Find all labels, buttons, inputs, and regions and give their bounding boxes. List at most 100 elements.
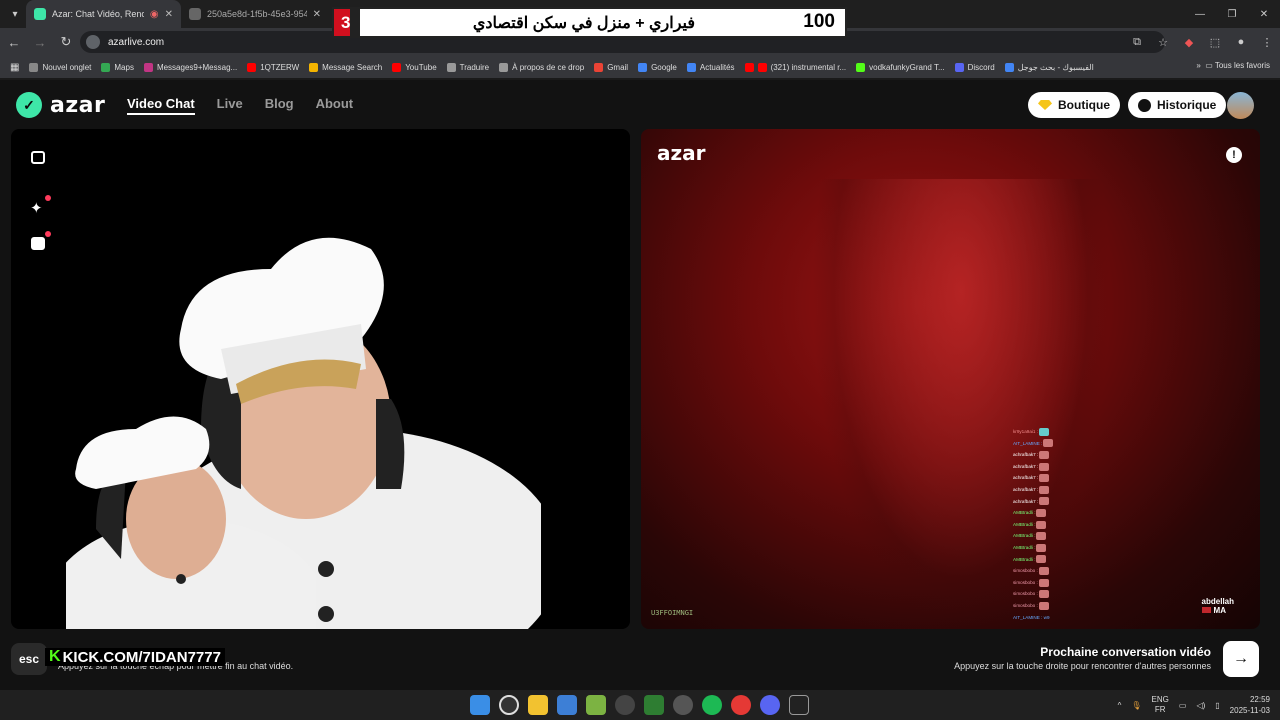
language-indicator[interactable]: ENG FR bbox=[1152, 695, 1169, 715]
bookmark-item[interactable]: vodkafunkyGrand T... bbox=[856, 62, 945, 72]
forward-icon[interactable]: → bbox=[28, 35, 52, 50]
banner-count: 100 bbox=[803, 11, 835, 32]
peer-info[interactable]: abdellah MA bbox=[1201, 597, 1234, 615]
bookmark-item[interactable]: Actualités bbox=[686, 62, 735, 72]
avatar[interactable] bbox=[1227, 92, 1254, 119]
next-button[interactable]: → bbox=[1223, 641, 1259, 677]
remote-video: azar ! kr9y1a9ai1 : AIT_LAMINE : achrafb… bbox=[641, 129, 1260, 629]
bookmark-item[interactable]: (321) instrumental r... bbox=[744, 62, 846, 72]
epic-games-icon[interactable] bbox=[789, 695, 809, 715]
chat-line: AIT_LAMINE : w9 bbox=[1013, 614, 1050, 620]
peer-country: MA bbox=[1213, 606, 1226, 615]
apps-grid-icon[interactable]: ▦ bbox=[10, 62, 19, 73]
bookmark-item[interactable]: 1QTZERW bbox=[247, 62, 299, 72]
tab-close-icon[interactable]: ✕ bbox=[165, 9, 173, 20]
app-icon[interactable] bbox=[586, 695, 606, 715]
volume-icon[interactable]: ◁) bbox=[1196, 701, 1205, 710]
bookmark-item[interactable]: Nouvel onglet bbox=[29, 62, 91, 72]
extension-badge-icon[interactable]: ◆ bbox=[1176, 36, 1202, 49]
chat-line: AMBtradli : bbox=[1013, 519, 1103, 531]
toolbar-actions: ⧉ ☆ ◆ ⬚ ● ⋮ bbox=[1124, 28, 1280, 56]
face-filter-icon[interactable] bbox=[31, 237, 45, 250]
stream-overlay-banner: 3 فيراري + منزل في سكن اقتصادي 100 bbox=[332, 7, 847, 38]
site-info-icon[interactable] bbox=[86, 35, 100, 49]
profile-icon[interactable]: ● bbox=[1228, 36, 1254, 48]
main-nav: Video Chat Live Blog About bbox=[127, 96, 353, 115]
bookmark-item[interactable]: Maps bbox=[101, 62, 134, 72]
azar-logo[interactable]: ✓ azar bbox=[16, 92, 105, 118]
bookmark-item[interactable]: YouTube bbox=[392, 62, 437, 72]
nav-live[interactable]: Live bbox=[217, 96, 243, 115]
tab-2[interactable]: 250a5e8d-1f5b-45e3-954c-39 ✕ bbox=[181, 0, 329, 28]
kick-url: KICK.COM/7IDAN7777 bbox=[62, 648, 221, 666]
shop-label: Boutique bbox=[1058, 98, 1110, 112]
session-id: U3FFOIMNGI bbox=[651, 609, 694, 617]
notification-dot bbox=[45, 231, 51, 237]
azar-page: ✓ azar Video Chat Live Blog About Boutiq… bbox=[0, 80, 1280, 690]
nav-blog[interactable]: Blog bbox=[265, 96, 294, 115]
shop-button[interactable]: Boutique bbox=[1028, 92, 1120, 118]
close-window-icon[interactable]: ✕ bbox=[1248, 0, 1280, 28]
network-icon[interactable]: ▭ bbox=[1179, 701, 1187, 710]
report-icon[interactable]: ! bbox=[1226, 147, 1242, 163]
effects-sparkle-icon[interactable]: ✦ bbox=[30, 199, 43, 217]
app-icon[interactable] bbox=[644, 695, 664, 715]
search-icon[interactable] bbox=[499, 695, 519, 715]
obs-icon[interactable] bbox=[615, 695, 635, 715]
bookmark-item[interactable]: Messages9+Messag... bbox=[143, 62, 237, 72]
store-icon[interactable] bbox=[557, 695, 577, 715]
nav-about[interactable]: About bbox=[316, 96, 354, 115]
url-text: azarlive.com bbox=[108, 36, 165, 48]
bookmark-item[interactable]: الفيسبوك - بحث جوجل bbox=[1004, 62, 1094, 72]
spotify-icon[interactable] bbox=[702, 695, 722, 715]
azar-logo-text: azar bbox=[50, 92, 106, 118]
chat-line: simosbobo : bbox=[1013, 600, 1103, 612]
back-icon[interactable]: ← bbox=[2, 35, 26, 50]
bookmark-item[interactable]: Discord bbox=[954, 62, 995, 72]
history-button[interactable]: Historique bbox=[1128, 92, 1227, 118]
azar-watermark: azar bbox=[657, 141, 706, 165]
esc-key-button[interactable]: esc bbox=[11, 643, 47, 675]
bookmark-item[interactable]: Google bbox=[638, 62, 677, 72]
page-favicon-icon bbox=[189, 8, 201, 20]
cast-icon[interactable]: ⧉ bbox=[1124, 36, 1150, 49]
chat-line: achrafbak7 : bbox=[1013, 461, 1103, 473]
local-video: ✦ bbox=[11, 129, 630, 629]
notification-dot bbox=[45, 195, 51, 201]
reload-icon[interactable]: ↻ bbox=[54, 34, 78, 50]
all-bookmarks[interactable]: » ▭ Tous les favoris bbox=[1196, 61, 1270, 70]
chrome-icon[interactable] bbox=[731, 695, 751, 715]
bookmark-item[interactable]: Traduire bbox=[446, 62, 489, 72]
tab-search-icon[interactable]: ▾ bbox=[4, 3, 26, 25]
minimize-icon[interactable]: — bbox=[1184, 0, 1216, 28]
tab-close-icon[interactable]: ✕ bbox=[313, 9, 321, 20]
window-controls: — ❐ ✕ bbox=[1184, 0, 1280, 28]
tray-chevron-icon[interactable]: ^ bbox=[1118, 701, 1122, 710]
chat-line: kr9y1a9ai1 : bbox=[1013, 426, 1103, 438]
maximize-icon[interactable]: ❐ bbox=[1216, 0, 1248, 28]
chat-line: AMBtradli : bbox=[1013, 507, 1103, 519]
fullscreen-icon[interactable] bbox=[31, 151, 45, 164]
bookmark-item[interactable]: Message Search bbox=[309, 62, 382, 72]
tab-azar[interactable]: Azar: Chat Vidéo, Rencontr ◉ ✕ bbox=[26, 0, 181, 28]
menu-icon[interactable]: ⋮ bbox=[1254, 36, 1280, 49]
clock[interactable]: 22:59 2025-11-03 bbox=[1230, 694, 1270, 716]
next-conversation-hint: Appuyez sur la touche droite pour rencon… bbox=[954, 661, 1211, 671]
bookmark-star-icon[interactable]: ☆ bbox=[1150, 36, 1176, 49]
extensions-icon[interactable]: ⬚ bbox=[1202, 36, 1228, 49]
start-icon[interactable] bbox=[470, 695, 490, 715]
arrow-right-icon: → bbox=[1233, 650, 1249, 667]
banner-number: 3 bbox=[334, 9, 360, 36]
banner-text: فيراري + منزل في سكن اقتصادي bbox=[472, 14, 695, 32]
bookmark-item[interactable]: Gmail bbox=[594, 62, 628, 72]
chat-line: achrafbak7 : bbox=[1013, 484, 1103, 496]
battery-icon[interactable]: ▯ bbox=[1215, 701, 1219, 710]
nav-video-chat[interactable]: Video Chat bbox=[127, 96, 195, 115]
clock-time: 22:59 bbox=[1249, 695, 1270, 704]
file-explorer-icon[interactable] bbox=[528, 695, 548, 715]
microphone-icon[interactable]: 🎙 bbox=[1131, 701, 1141, 710]
system-tray: ^ 🎙 ENG FR ▭ ◁) ▯ 22:59 2025-11-03 bbox=[1118, 694, 1270, 716]
app-icon[interactable] bbox=[673, 695, 693, 715]
bookmark-item[interactable]: À propos de ce drop bbox=[499, 62, 584, 72]
discord-icon[interactable] bbox=[760, 695, 780, 715]
